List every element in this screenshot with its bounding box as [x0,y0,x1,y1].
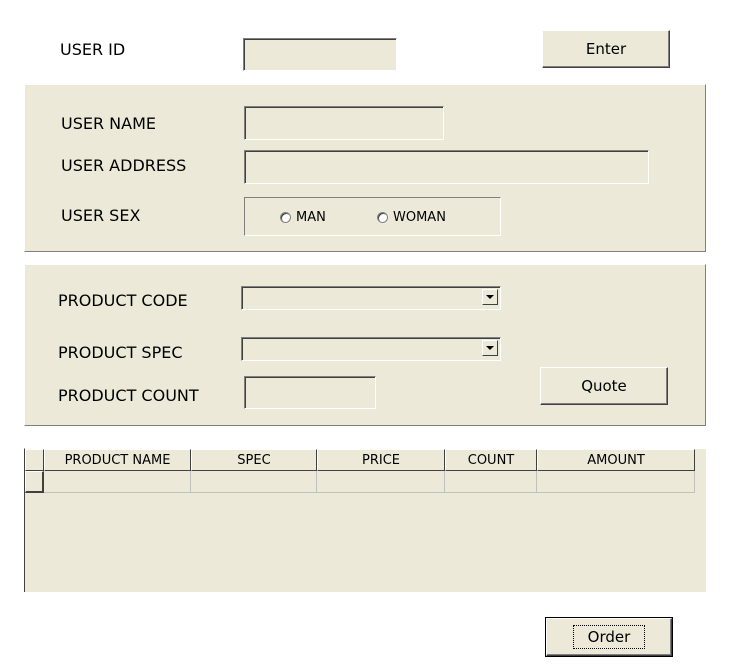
user-name-label: USER NAME [61,114,157,133]
table-cell[interactable] [317,471,445,493]
product-code-select[interactable] [241,286,501,310]
user-info-panel: USER NAME USER ADDRESS USER SEX MAN WOMA… [24,84,706,252]
product-spec-select[interactable] [241,337,501,361]
quote-button[interactable]: Quote [540,367,668,405]
user-sex-label: USER SEX [61,206,141,225]
row-selector[interactable] [25,471,44,493]
user-id-input[interactable] [243,38,397,71]
product-panel: PRODUCT CODE PRODUCT SPEC PRODUCT COUNT … [24,264,706,426]
table-cell[interactable] [537,471,695,493]
row-header-corner [25,449,44,471]
order-button-label: Order [572,625,646,649]
order-button[interactable]: Order [545,617,673,657]
column-header-count[interactable]: COUNT [445,449,537,471]
user-id-label: USER ID [60,40,126,59]
table-cell[interactable] [191,471,317,493]
radio-man[interactable]: MAN [280,210,326,225]
product-count-label: PRODUCT COUNT [58,386,199,405]
radio-woman-label: WOMAN [393,210,446,225]
order-grid[interactable]: PRODUCT NAME SPEC PRICE COUNT AMOUNT [24,448,706,592]
radio-circle-icon [280,212,291,223]
column-header-price[interactable]: PRICE [317,449,445,471]
table-cell[interactable] [44,471,191,493]
product-code-label: PRODUCT CODE [58,291,188,310]
radio-circle-icon [377,212,388,223]
column-header-product-name[interactable]: PRODUCT NAME [44,449,191,471]
chevron-down-icon[interactable] [482,340,498,356]
column-header-spec[interactable]: SPEC [191,449,317,471]
chevron-down-icon[interactable] [482,289,498,305]
product-count-input[interactable] [244,376,376,409]
table-cell[interactable] [445,471,537,493]
user-address-label: USER ADDRESS [61,156,187,175]
column-header-amount[interactable]: AMOUNT [537,449,695,471]
radio-man-label: MAN [296,210,326,225]
user-name-input[interactable] [244,106,444,140]
radio-woman[interactable]: WOMAN [377,210,446,225]
product-spec-label: PRODUCT SPEC [58,343,183,362]
user-address-input[interactable] [244,150,649,184]
user-sex-radio-group: MAN WOMAN [244,197,501,236]
enter-button[interactable]: Enter [542,30,670,68]
